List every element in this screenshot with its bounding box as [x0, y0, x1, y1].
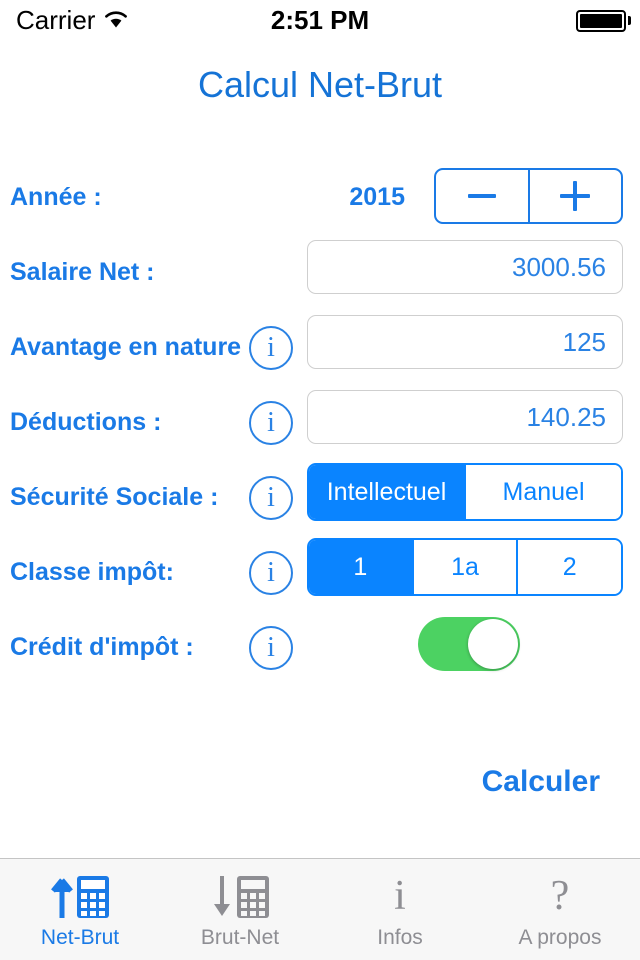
- label-credit-impot: Crédit d'impôt :: [10, 633, 194, 661]
- avantage-en-nature-input[interactable]: 125: [307, 315, 623, 369]
- toggle-knob: [468, 619, 518, 669]
- question-mark-icon: ?: [551, 870, 570, 922]
- tab-label-a-propos: A propos: [518, 925, 602, 949]
- segment-manuel[interactable]: Manuel: [464, 465, 621, 519]
- securite-sociale-segmented-control[interactable]: Intellectuel Manuel: [307, 463, 623, 521]
- label-securite-sociale: Sécurité Sociale :: [10, 483, 219, 511]
- tab-label-infos: Infos: [377, 925, 423, 949]
- tab-net-brut[interactable]: Net-Brut: [0, 859, 160, 960]
- tab-label-net-brut: Net-Brut: [40, 925, 120, 949]
- calculation-form: Année : 2015 Salaire Net : 3000.56 Avant…: [0, 160, 640, 685]
- status-bar: Carrier 2:51 PM: [0, 0, 640, 40]
- info-icon-securite-sociale[interactable]: i: [249, 476, 293, 520]
- arrow-down-calculator-icon: [209, 870, 271, 922]
- tab-infos[interactable]: i Infos: [320, 859, 480, 960]
- form-row-salaire-net: Salaire Net : 3000.56: [0, 235, 640, 310]
- info-i-icon: i: [394, 870, 406, 922]
- tab-bar: Net-Brut Brut-Net i Infos ? A propos: [0, 858, 640, 960]
- tab-a-propos[interactable]: ? A propos: [480, 859, 640, 960]
- segment-classe-1a[interactable]: 1a: [411, 540, 517, 594]
- question-mark-glyph: ?: [550, 872, 570, 919]
- credit-impot-toggle[interactable]: [418, 617, 520, 671]
- battery-cap: [628, 16, 631, 25]
- label-salaire-net: Salaire Net :: [10, 258, 155, 286]
- classe-impot-segmented-control[interactable]: 1 1a 2: [307, 538, 623, 596]
- form-row-annee: Année : 2015: [0, 160, 640, 235]
- form-row-securite-sociale: Sécurité Sociale : i Intellectuel Manuel: [0, 460, 640, 535]
- tab-brut-net[interactable]: Brut-Net: [160, 859, 320, 960]
- segment-intellectuel[interactable]: Intellectuel: [309, 465, 464, 519]
- deductions-input[interactable]: 140.25: [307, 390, 623, 444]
- info-icon-avantage-en-nature[interactable]: i: [249, 326, 293, 370]
- segment-classe-1[interactable]: 1: [309, 540, 412, 594]
- battery-full-icon: [576, 10, 626, 32]
- page-title: Calcul Net-Brut: [197, 64, 443, 105]
- info-icon-credit-impot[interactable]: i: [249, 626, 293, 670]
- form-row-deductions: Déductions : i 140.25: [0, 385, 640, 460]
- minus-icon: [467, 194, 496, 198]
- annee-decrement-button[interactable]: [436, 170, 528, 222]
- calculate-button[interactable]: Calculer: [482, 765, 600, 799]
- annee-value: 2015: [349, 183, 405, 211]
- info-icon-classe-impot[interactable]: i: [249, 551, 293, 595]
- info-icon-deductions[interactable]: i: [249, 401, 293, 445]
- info-i-glyph: i: [394, 872, 406, 919]
- form-row-credit-impot: Crédit d'impôt : i: [0, 610, 640, 685]
- segment-classe-2[interactable]: 2: [516, 540, 621, 594]
- arrow-up-calculator-icon: [49, 870, 111, 922]
- battery-fill: [580, 14, 622, 28]
- label-deductions: Déductions :: [10, 408, 162, 436]
- form-row-avantage-en-nature: Avantage en nature : i 125: [0, 310, 640, 385]
- plus-icon: [560, 181, 591, 211]
- status-bar-clock: 2:51 PM: [270, 4, 370, 35]
- salaire-net-input[interactable]: 3000.56: [307, 240, 623, 294]
- form-row-classe-impot: Classe impôt: i 1 1a 2: [0, 535, 640, 610]
- annee-increment-button[interactable]: [527, 170, 622, 222]
- label-avantage-en-nature: Avantage en nature :: [10, 333, 257, 361]
- label-classe-impot: Classe impôt:: [10, 558, 174, 586]
- annee-stepper[interactable]: [434, 168, 623, 224]
- tab-label-brut-net: Brut-Net: [200, 925, 280, 949]
